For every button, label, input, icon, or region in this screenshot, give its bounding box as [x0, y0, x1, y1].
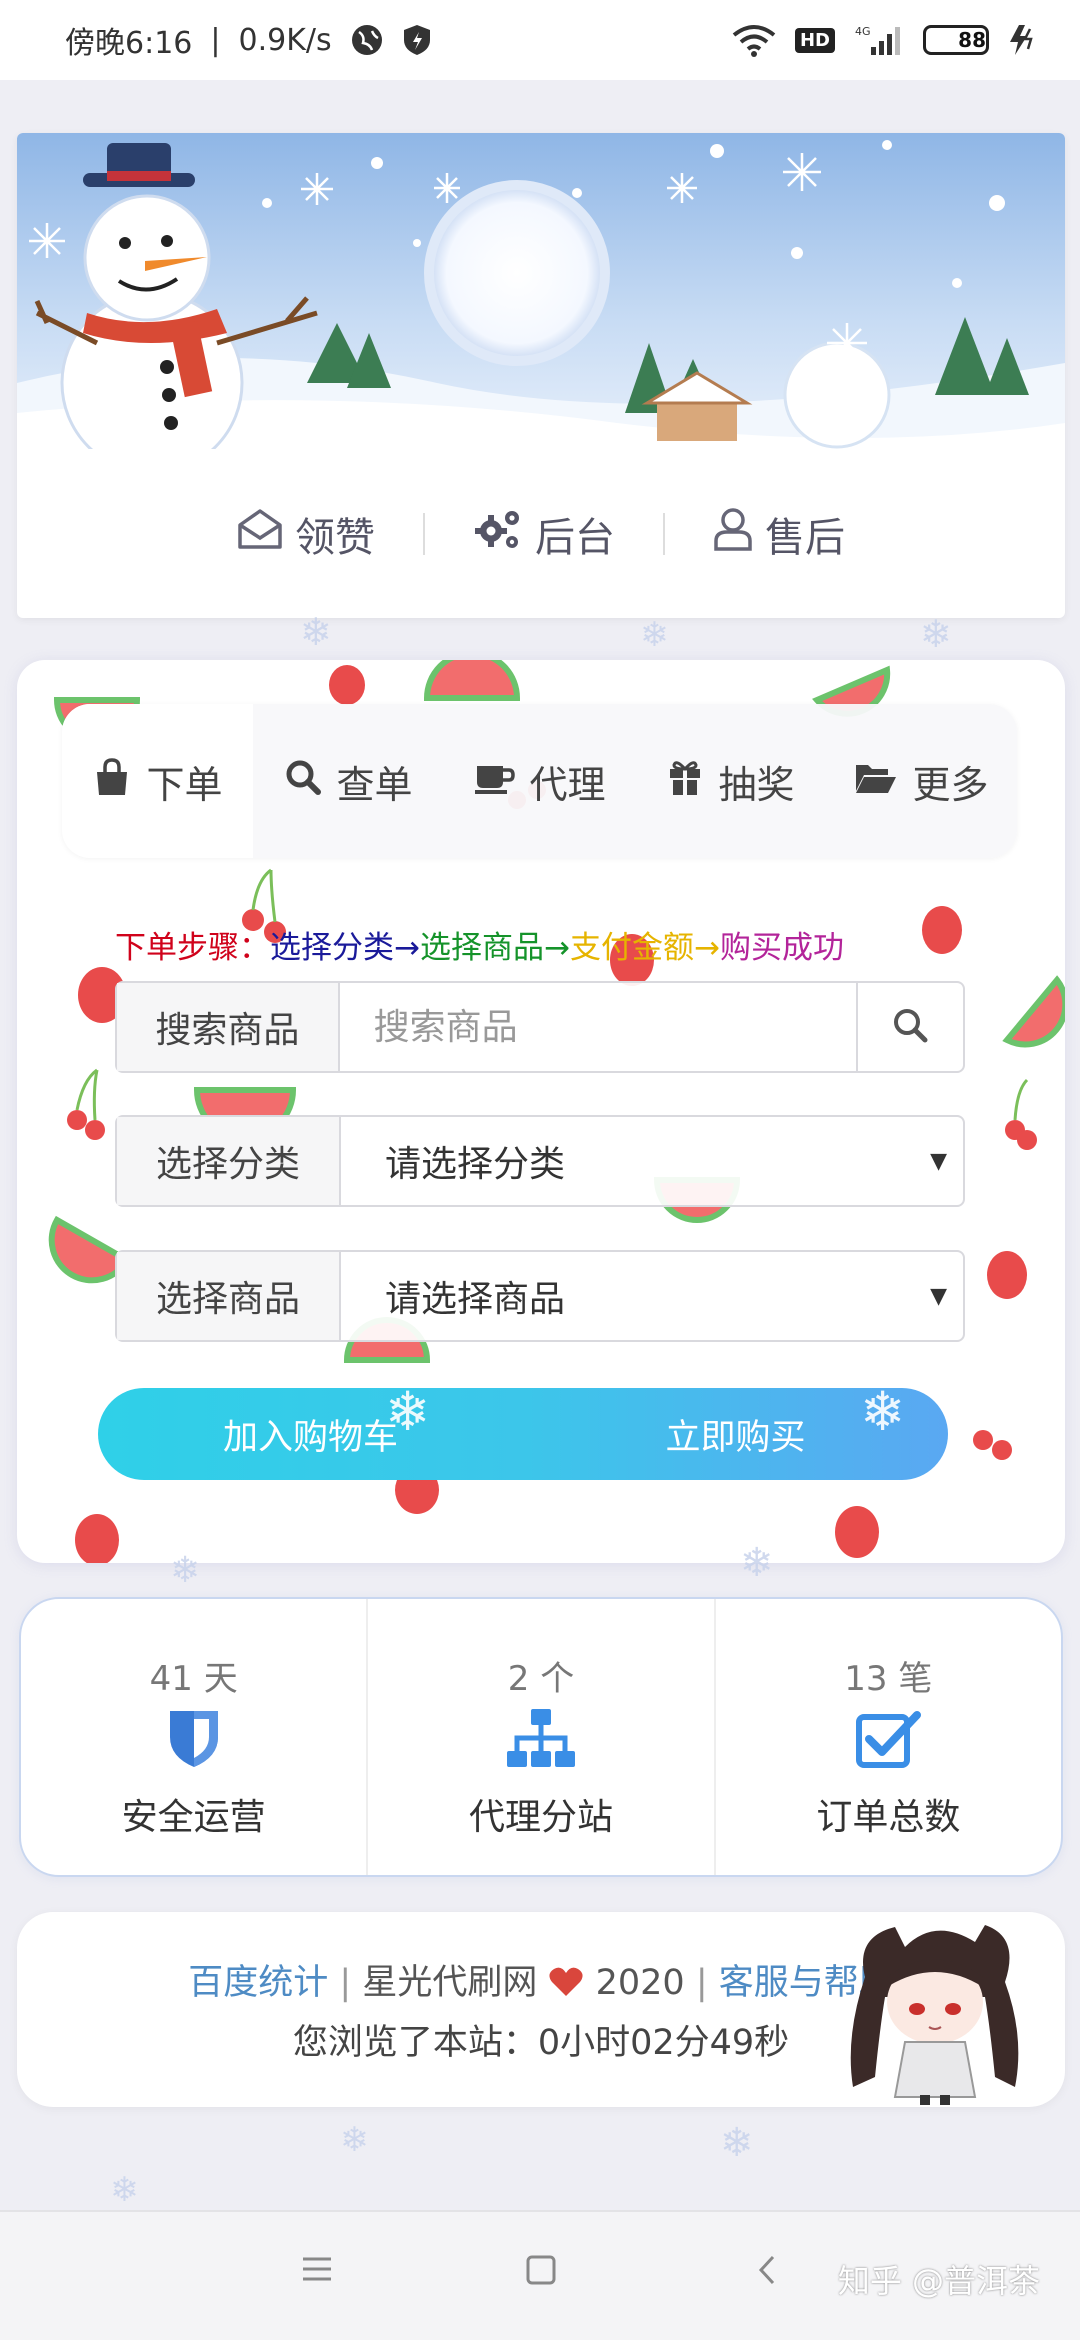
stat-number: 2 个	[507, 1659, 575, 1699]
search-icon	[890, 1005, 930, 1049]
add-to-cart-button[interactable]: 加入购物车	[98, 1409, 523, 1460]
stat-agent-sites: 2 个 代理分站	[366, 1599, 713, 1875]
buy-now-button[interactable]: 立即购买	[523, 1409, 948, 1460]
stat-operation-days: 41 天 安全运营	[21, 1599, 366, 1875]
menu-icon[interactable]	[300, 2254, 334, 2288]
svg-text:4G: 4G	[855, 25, 871, 38]
tab-order-label: 下单	[146, 762, 223, 807]
charging-icon	[1007, 23, 1035, 57]
category-label: 选择分类	[117, 1117, 341, 1205]
heart-icon	[548, 1963, 595, 2003]
folder-open-icon	[854, 759, 898, 804]
back-icon[interactable]	[755, 2254, 779, 2290]
home-icon[interactable]	[525, 2254, 557, 2290]
status-divider: |	[210, 22, 221, 58]
banner-card: 领赞 后台 售后	[17, 133, 1065, 618]
tab-lottery-label: 抽奖	[718, 762, 795, 807]
wifi-icon	[731, 23, 777, 57]
step-select-category: 选择分类→	[270, 930, 420, 966]
step-pay: 支付金额→	[569, 930, 720, 966]
product-row: 选择商品 请选择商品 ▼	[115, 1250, 965, 1342]
snowflake-decoration: ❄	[640, 615, 669, 655]
product-select[interactable]: 请选择商品 ▼	[341, 1252, 963, 1340]
hd-badge: HD	[794, 27, 835, 53]
snowflake-decoration: ❄	[340, 2120, 369, 2160]
gift-icon	[666, 757, 704, 806]
banner-nav: 领赞 后台 售后	[17, 449, 1065, 618]
stat-orders-total: 13 笔 订单总数	[713, 1599, 1061, 1875]
tab-query[interactable]: 查单	[253, 704, 444, 858]
search-label: 搜索商品	[117, 983, 340, 1071]
globe-icon	[350, 23, 384, 57]
system-nav-bar: 知乎 @普洱茶	[0, 2210, 1080, 2340]
tab-agent[interactable]: 代理	[444, 704, 635, 858]
product-label: 选择商品	[117, 1252, 341, 1340]
sitemap-icon	[505, 1706, 577, 1770]
tab-more-label: 更多	[912, 762, 989, 807]
stat-number: 13 笔	[844, 1659, 933, 1699]
watermark: 知乎 @普洱茶	[837, 2262, 1040, 2300]
steps-prefix: 下单步骤：	[115, 930, 270, 966]
copyright-year: 2020	[595, 1963, 685, 2003]
coffee-cup-icon	[473, 758, 516, 805]
category-select[interactable]: 请选择分类 ▼	[341, 1117, 963, 1205]
nav-backend-label: 后台	[535, 514, 615, 561]
tab-order[interactable]: 下单	[62, 704, 253, 858]
signal-icon: 4G	[853, 23, 905, 57]
nav-likes[interactable]: 领赞	[189, 505, 423, 563]
tab-query-label: 查单	[336, 762, 413, 807]
tab-more[interactable]: 更多	[826, 704, 1017, 858]
shield-icon	[167, 1706, 221, 1770]
nav-aftersales-label: 售后	[765, 514, 845, 561]
network-speed: 0.9K/s	[238, 22, 332, 58]
caret-down-icon: ▼	[930, 1283, 947, 1309]
nav-backend[interactable]: 后台	[425, 505, 663, 563]
status-time: 傍晚6:16	[65, 26, 193, 61]
tab-lottery[interactable]: 抽奖	[635, 704, 826, 858]
stats-card: 41 天 安全运营 2 个 代理分站 13 笔 订单总数	[19, 1597, 1063, 1877]
snowflake-decoration: ❄	[110, 2170, 139, 2210]
caret-down-icon: ▼	[930, 1148, 947, 1174]
footer-card: 百度统计 | 星光代刷网 2020 | 客服与帮助 您浏览了本站：0小时02分4…	[17, 1912, 1065, 2107]
category-select-value: 请选择分类	[385, 1144, 566, 1185]
site-name: 星光代刷网	[362, 1963, 538, 2003]
snowflake-decoration: ❄	[920, 612, 952, 656]
baidu-stats-link[interactable]: 百度统计	[188, 1963, 328, 2003]
status-bar: 傍晚6:16 | 0.9K/s HD 4G 88	[0, 0, 1080, 80]
gears-icon	[473, 507, 523, 561]
step-success: 购买成功	[719, 930, 844, 966]
shield-status-icon	[402, 23, 432, 57]
search-button[interactable]	[855, 983, 963, 1071]
snowflake-decoration: ❄	[720, 2120, 754, 2166]
nav-aftersales[interactable]: 售后	[665, 505, 893, 563]
order-tabs: 下单 查单 代理 抽奖 更多	[62, 704, 1017, 858]
purchase-bar: 加入购物车 立即购买	[98, 1388, 948, 1480]
footer-separator: |	[695, 1963, 708, 2003]
stat-label: 安全运营	[121, 1797, 266, 1838]
stat-label: 代理分站	[468, 1797, 613, 1838]
winter-banner-image	[17, 133, 1065, 449]
battery-level: 88	[958, 28, 986, 52]
order-steps: 下单步骤：选择分类→选择商品→支付金额→购买成功	[115, 922, 844, 967]
product-select-value: 请选择商品	[385, 1279, 566, 1320]
search-icon	[284, 758, 322, 805]
search-row: 搜索商品	[115, 981, 965, 1073]
checkbox-icon	[855, 1706, 922, 1770]
anime-girl-mascot	[850, 1925, 1019, 2105]
step-select-product: 选择商品→	[419, 930, 570, 966]
nav-likes-label: 领赞	[295, 514, 375, 561]
category-row: 选择分类 请选择分类 ▼	[115, 1115, 965, 1207]
envelope-open-icon	[237, 508, 283, 560]
user-icon	[713, 507, 753, 561]
stat-number: 41 天	[149, 1659, 238, 1699]
battery-indicator: 88	[923, 25, 989, 55]
stat-label: 订单总数	[816, 1797, 961, 1838]
tab-agent-label: 代理	[529, 762, 606, 807]
shopping-bag-icon	[92, 757, 132, 806]
footer-separator: |	[339, 1963, 352, 2003]
search-input[interactable]	[339, 983, 856, 1071]
